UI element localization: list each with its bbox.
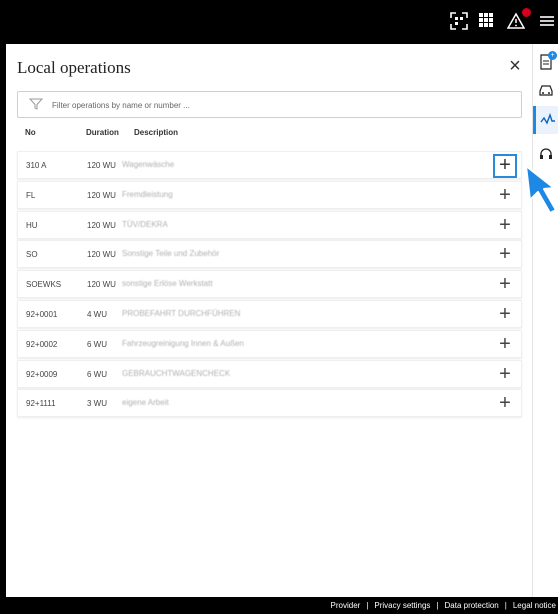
table-row[interactable]: FL 120 WU Fremdleistung + — [17, 180, 522, 209]
operations-list: 310 A 120 WU Wagenwäsche + FL 120 WU Fre… — [17, 151, 522, 419]
column-description: Description — [134, 128, 179, 137]
table-row[interactable]: SOEWKS 120 WU sonstige Erlöse Werkstatt … — [17, 270, 522, 299]
add-operation-button[interactable]: + — [493, 363, 517, 387]
operation-description: PROBEFAHRT DURCHFÜHREN — [122, 308, 241, 318]
close-button[interactable]: × — [503, 54, 527, 78]
operation-number: SO — [26, 250, 38, 260]
operation-duration: 120 WU — [87, 190, 116, 200]
operation-description: eigene Arbeit — [122, 398, 169, 408]
operation-description: TÜV/DEKRA — [122, 219, 168, 229]
menu-icon[interactable] — [536, 12, 556, 32]
add-operation-button[interactable]: + — [493, 184, 517, 208]
footer-separator: | — [436, 601, 439, 610]
operation-description: Sonstige Teile und Zubehör — [122, 249, 220, 259]
operation-duration: 120 WU — [87, 161, 116, 170]
column-no: No — [25, 128, 36, 137]
apps-grid-icon[interactable] — [476, 12, 496, 32]
add-operation-button[interactable]: + — [493, 154, 517, 178]
operation-description: GEBRAUCHTWAGENCHECK — [122, 368, 231, 378]
pointer-arrow-icon — [516, 160, 558, 220]
operation-description: Fremdleistung — [122, 189, 173, 199]
operation-number: 92+0002 — [26, 339, 58, 349]
operations-icon[interactable] — [533, 106, 558, 134]
filter-icon — [28, 97, 44, 111]
operation-description: Wagenwäsche — [122, 160, 175, 169]
notification-dot — [522, 8, 531, 17]
top-bar — [0, 0, 558, 44]
table-row[interactable]: HU 120 WU TÜV/DEKRA + — [17, 210, 522, 239]
operation-duration: 6 WU — [87, 339, 107, 349]
qr-scan-icon[interactable] — [449, 12, 469, 32]
table-row[interactable]: 92+0001 4 WU PROBEFAHRT DURCHFÜHREN + — [17, 299, 522, 328]
operation-number: 92+1111 — [26, 399, 56, 409]
add-operation-button[interactable]: + — [493, 214, 517, 238]
footer-separator: | — [504, 601, 507, 610]
operation-number: HU — [26, 220, 38, 230]
right-sidebar: + — [532, 44, 558, 597]
footer-link-provider[interactable]: Provider — [331, 601, 361, 610]
operation-duration: 4 WU — [87, 309, 107, 319]
operation-description: sonstige Erlöse Werkstatt — [122, 279, 213, 289]
operation-duration: 120 WU — [87, 280, 116, 290]
operation-duration: 120 WU — [87, 250, 116, 260]
add-operation-button[interactable]: + — [493, 243, 517, 267]
operation-number: SOEWKS — [26, 280, 62, 290]
table-header: No Duration Description — [17, 128, 522, 142]
operation-number: 92+0001 — [26, 309, 58, 319]
document-icon[interactable]: + — [533, 48, 558, 76]
operation-number: 310 A — [26, 161, 47, 170]
table-row[interactable]: 92+0002 6 WU Fahrzeugreinigung Innen & A… — [17, 329, 522, 358]
footer-separator: | — [366, 601, 369, 610]
footer-bar: Provider | Privacy settings | Data protectio… — [0, 597, 558, 614]
footer-link-legal-notice[interactable]: Legal notice — [513, 601, 556, 610]
footer-link-privacy-settings[interactable]: Privacy settings — [374, 601, 430, 610]
operation-number: 92+0009 — [26, 369, 58, 379]
filter-field[interactable] — [17, 91, 522, 118]
footer-link-data-protection[interactable]: Data protection — [445, 601, 499, 610]
operation-duration: 3 WU — [87, 399, 107, 409]
operation-duration: 6 WU — [87, 369, 107, 379]
add-operation-button[interactable]: + — [493, 392, 517, 416]
table-row[interactable]: 92+1111 3 WU eigene Arbeit + — [17, 389, 522, 418]
operation-number: FL — [26, 190, 36, 200]
add-operation-button[interactable]: + — [493, 273, 517, 297]
filter-input[interactable] — [52, 96, 512, 114]
column-duration: Duration — [86, 128, 119, 137]
local-operations-panel: Local operations × No Duration Descripti… — [6, 44, 532, 597]
operation-duration: 120 WU — [87, 220, 116, 230]
table-row[interactable]: 92+0009 6 WU GEBRAUCHTWAGENCHECK + — [17, 359, 522, 388]
table-row[interactable]: 310 A 120 WU Wagenwäsche + — [17, 151, 522, 179]
rail-badge: + — [548, 51, 557, 60]
add-operation-button[interactable]: + — [493, 303, 517, 327]
add-operation-button[interactable]: + — [493, 333, 517, 357]
car-icon[interactable] — [533, 76, 558, 104]
table-row[interactable]: SO 120 WU Sonstige Teile und Zubehör + — [17, 240, 522, 269]
operation-description: Fahrzeugreinigung Innen & Außen — [122, 338, 244, 348]
panel-title: Local operations — [17, 58, 131, 77]
